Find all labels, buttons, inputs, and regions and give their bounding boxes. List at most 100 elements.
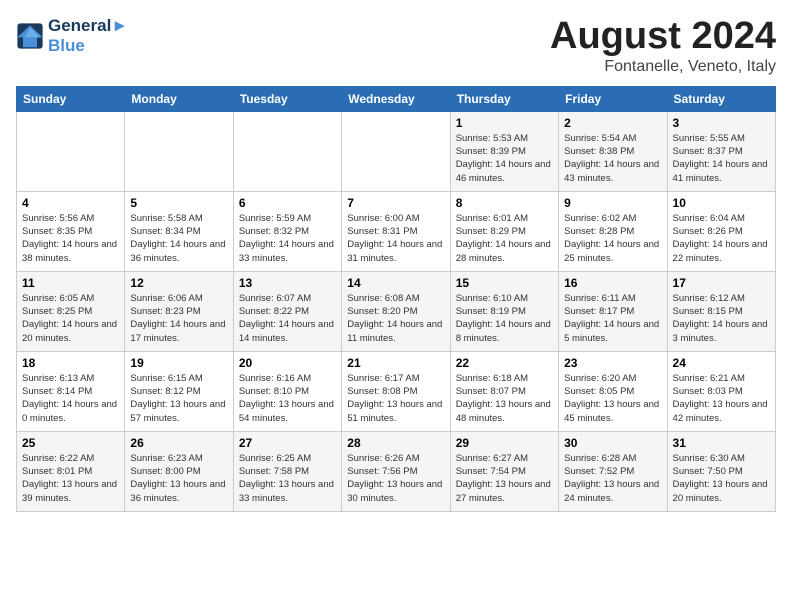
calendar-cell: 2Sunrise: 5:54 AMSunset: 8:38 PMDaylight… — [559, 111, 667, 191]
day-number: 21 — [347, 356, 444, 370]
day-number: 23 — [564, 356, 661, 370]
calendar-cell — [342, 111, 450, 191]
day-number: 29 — [456, 436, 553, 450]
calendar-cell: 25Sunrise: 6:22 AMSunset: 8:01 PMDayligh… — [17, 431, 125, 511]
calendar-week-row: 11 Sunrise: 6:05 AMSunset: 8:25 PMDayligh… — [17, 271, 776, 351]
calendar-cell: 15Sunrise: 6:10 AMSunset: 8:19 PMDayligh… — [450, 271, 558, 351]
day-number: 17 — [673, 276, 770, 290]
logo: General► Blue — [16, 16, 128, 56]
calendar-cell — [17, 111, 125, 191]
day-info: Sunrise: 5:59 AMSunset: 8:32 PMDaylight:… — [239, 212, 336, 265]
calendar-cell: 5Sunrise: 5:58 AMSunset: 8:34 PMDaylight… — [125, 191, 233, 271]
day-number: 28 — [347, 436, 444, 450]
day-info: Sunrise: 6:12 AMSunset: 8:15 PMDaylight:… — [673, 292, 770, 345]
day-info: Sunrise: 6:23 AMSunset: 8:00 PMDaylight:… — [130, 452, 227, 505]
day-info: Sunrise: 6:30 AMSunset: 7:50 PMDaylight:… — [673, 452, 770, 505]
calendar-cell: 9 Sunrise: 6:02 AMSunset: 8:28 PMDaylight… — [559, 191, 667, 271]
calendar-week-row: 18 Sunrise: 6:13 AMSunset: 8:14 PMDayligh… — [17, 351, 776, 431]
calendar-week-row: 1 Sunrise: 5:53 AMSunset: 8:39 PMDaylight… — [17, 111, 776, 191]
day-info: Sunrise: 6:01 AMSunset: 8:29 PMDaylight:… — [456, 212, 553, 265]
day-number: 16 — [564, 276, 661, 290]
calendar-cell: 29 Sunrise: 6:27 AMSunset: 7:54 PMDayligh… — [450, 431, 558, 511]
calendar-cell: 24 Sunrise: 6:21 AMSunset: 8:03 PMDayligh… — [667, 351, 775, 431]
day-number: 12 — [130, 276, 227, 290]
calendar-week-row: 25Sunrise: 6:22 AMSunset: 8:01 PMDayligh… — [17, 431, 776, 511]
weekday-header: Thursday — [450, 86, 558, 111]
day-number: 18 — [22, 356, 119, 370]
calendar-cell: 19 Sunrise: 6:15 AMSunset: 8:12 PMDayligh… — [125, 351, 233, 431]
day-number: 8 — [456, 196, 553, 210]
calendar-cell: 31 Sunrise: 6:30 AMSunset: 7:50 PMDayligh… — [667, 431, 775, 511]
calendar-cell: 20 Sunrise: 6:16 AMSunset: 8:10 PMDayligh… — [233, 351, 341, 431]
day-number: 31 — [673, 436, 770, 450]
day-info: Sunrise: 5:53 AMSunset: 8:39 PMDaylight:… — [456, 132, 553, 185]
calendar-cell: 1 Sunrise: 5:53 AMSunset: 8:39 PMDaylight… — [450, 111, 558, 191]
calendar-cell: 10Sunrise: 6:04 AMSunset: 8:26 PMDayligh… — [667, 191, 775, 271]
day-info: Sunrise: 6:27 AMSunset: 7:54 PMDaylight:… — [456, 452, 553, 505]
calendar-cell: 18 Sunrise: 6:13 AMSunset: 8:14 PMDayligh… — [17, 351, 125, 431]
day-info: Sunrise: 6:21 AMSunset: 8:03 PMDaylight:… — [673, 372, 770, 425]
calendar-cell: 11 Sunrise: 6:05 AMSunset: 8:25 PMDayligh… — [17, 271, 125, 351]
calendar-table: SundayMondayTuesdayWednesdayThursdayFrid… — [16, 86, 776, 512]
day-number: 25 — [22, 436, 119, 450]
day-info: Sunrise: 6:07 AMSunset: 8:22 PMDaylight:… — [239, 292, 336, 345]
weekday-header: Wednesday — [342, 86, 450, 111]
calendar-week-row: 4 Sunrise: 5:56 AMSunset: 8:35 PMDaylight… — [17, 191, 776, 271]
logo-text: General► Blue — [48, 16, 128, 56]
calendar-cell: 30Sunrise: 6:28 AMSunset: 7:52 PMDayligh… — [559, 431, 667, 511]
day-info: Sunrise: 6:13 AMSunset: 8:14 PMDaylight:… — [22, 372, 119, 425]
calendar-cell: 14Sunrise: 6:08 AMSunset: 8:20 PMDayligh… — [342, 271, 450, 351]
day-number: 30 — [564, 436, 661, 450]
calendar-cell: 22 Sunrise: 6:18 AMSunset: 8:07 PMDayligh… — [450, 351, 558, 431]
day-number: 20 — [239, 356, 336, 370]
day-info: Sunrise: 6:20 AMSunset: 8:05 PMDaylight:… — [564, 372, 661, 425]
day-number: 4 — [22, 196, 119, 210]
calendar-cell: 8 Sunrise: 6:01 AMSunset: 8:29 PMDaylight… — [450, 191, 558, 271]
day-info: Sunrise: 5:55 AMSunset: 8:37 PMDaylight:… — [673, 132, 770, 185]
day-number: 13 — [239, 276, 336, 290]
day-info: Sunrise: 6:06 AMSunset: 8:23 PMDaylight:… — [130, 292, 227, 345]
day-number: 22 — [456, 356, 553, 370]
calendar-cell: 28 Sunrise: 6:26 AMSunset: 7:56 PMDayligh… — [342, 431, 450, 511]
day-info: Sunrise: 6:11 AMSunset: 8:17 PMDaylight:… — [564, 292, 661, 345]
day-number: 2 — [564, 116, 661, 130]
weekday-header: Sunday — [17, 86, 125, 111]
day-info: Sunrise: 6:25 AMSunset: 7:58 PMDaylight:… — [239, 452, 336, 505]
weekday-header: Tuesday — [233, 86, 341, 111]
day-number: 19 — [130, 356, 227, 370]
day-number: 1 — [456, 116, 553, 130]
calendar-cell: 23 Sunrise: 6:20 AMSunset: 8:05 PMDayligh… — [559, 351, 667, 431]
calendar-cell: 27Sunrise: 6:25 AMSunset: 7:58 PMDayligh… — [233, 431, 341, 511]
calendar-cell: 6Sunrise: 5:59 AMSunset: 8:32 PMDaylight… — [233, 191, 341, 271]
day-info: Sunrise: 6:05 AMSunset: 8:25 PMDaylight:… — [22, 292, 119, 345]
calendar-cell: 7 Sunrise: 6:00 AMSunset: 8:31 PMDaylight… — [342, 191, 450, 271]
day-number: 10 — [673, 196, 770, 210]
day-info: Sunrise: 6:18 AMSunset: 8:07 PMDaylight:… — [456, 372, 553, 425]
title-area: August 2024 Fontanelle, Veneto, Italy — [550, 16, 776, 76]
day-info: Sunrise: 6:16 AMSunset: 8:10 PMDaylight:… — [239, 372, 336, 425]
logo-icon — [16, 22, 44, 50]
month-title: August 2024 — [550, 16, 776, 58]
day-number: 9 — [564, 196, 661, 210]
weekday-header: Friday — [559, 86, 667, 111]
day-number: 11 — [22, 276, 119, 290]
day-info: Sunrise: 6:17 AMSunset: 8:08 PMDaylight:… — [347, 372, 444, 425]
day-info: Sunrise: 6:08 AMSunset: 8:20 PMDaylight:… — [347, 292, 444, 345]
day-number: 3 — [673, 116, 770, 130]
calendar-cell — [233, 111, 341, 191]
calendar-cell: 3 Sunrise: 5:55 AMSunset: 8:37 PMDaylight… — [667, 111, 775, 191]
calendar-cell: 21 Sunrise: 6:17 AMSunset: 8:08 PMDayligh… — [342, 351, 450, 431]
day-info: Sunrise: 5:56 AMSunset: 8:35 PMDaylight:… — [22, 212, 119, 265]
day-info: Sunrise: 6:00 AMSunset: 8:31 PMDaylight:… — [347, 212, 444, 265]
calendar-cell: 4 Sunrise: 5:56 AMSunset: 8:35 PMDaylight… — [17, 191, 125, 271]
day-info: Sunrise: 6:02 AMSunset: 8:28 PMDaylight:… — [564, 212, 661, 265]
calendar-cell: 26 Sunrise: 6:23 AMSunset: 8:00 PMDayligh… — [125, 431, 233, 511]
day-info: Sunrise: 6:15 AMSunset: 8:12 PMDaylight:… — [130, 372, 227, 425]
day-number: 5 — [130, 196, 227, 210]
day-info: Sunrise: 6:26 AMSunset: 7:56 PMDaylight:… — [347, 452, 444, 505]
day-number: 7 — [347, 196, 444, 210]
calendar-cell: 13 Sunrise: 6:07 AMSunset: 8:22 PMDayligh… — [233, 271, 341, 351]
day-number: 24 — [673, 356, 770, 370]
weekday-header: Saturday — [667, 86, 775, 111]
day-number: 26 — [130, 436, 227, 450]
